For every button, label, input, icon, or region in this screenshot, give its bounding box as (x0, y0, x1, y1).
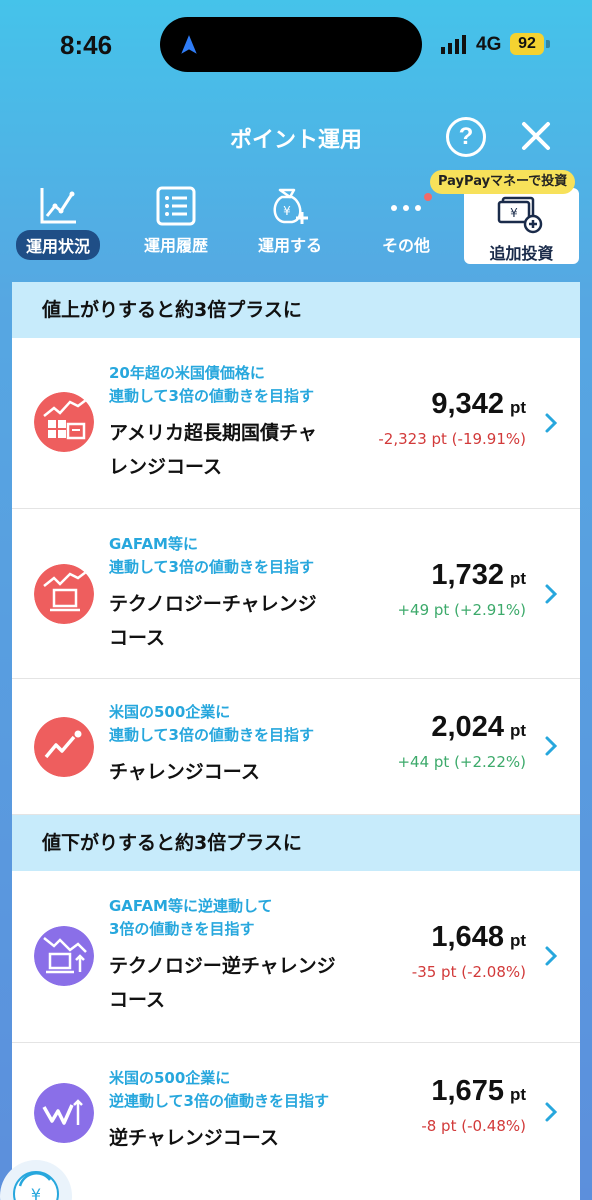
status-time: 8:46 (60, 30, 113, 60)
tab-label: 運用状況 (15, 230, 100, 260)
chevron-right-icon (545, 1102, 558, 1122)
value-number: 1,675 (431, 1075, 504, 1107)
tab-invest[interactable]: ¥ 運用する (242, 186, 338, 266)
tech-chart-icon (34, 564, 94, 624)
network-type: 4G (476, 34, 502, 55)
fund-name: テクノロジーチャレンジ コース (109, 587, 374, 655)
section-header: 値下がりすると約3倍プラスに (12, 815, 580, 871)
value-unit: pt (509, 931, 526, 950)
name-line: 逆チャレンジコース (109, 1127, 279, 1149)
battery-icon: 92 (510, 33, 544, 55)
chevron-right-icon (545, 584, 558, 604)
fund-description: 20年超の米国債価格に 連動して3倍の値動きを目指す (109, 362, 369, 408)
name-line: レンジコース (109, 456, 223, 478)
svg-text:¥: ¥ (510, 206, 518, 220)
name-line: アメリカ超長期国債チャ (109, 422, 317, 444)
help-button[interactable]: ? (446, 117, 486, 157)
name-line: コース (109, 989, 166, 1011)
fund-card[interactable]: 米国の500企業に 逆連動して3倍の値動きを目指す 逆チャレンジコース 1,67… (12, 1043, 580, 1183)
fund-name: チャレンジコース (109, 755, 374, 789)
fund-name: 逆チャレンジコース (109, 1121, 374, 1155)
trend-up-icon (34, 717, 94, 777)
money-bag-plus-icon: ¥ (273, 188, 308, 224)
fund-description: 米国の500企業に 逆連動して3倍の値動きを目指す (109, 1067, 369, 1113)
value-unit: pt (509, 1085, 526, 1104)
svg-text:¥: ¥ (283, 204, 291, 218)
fund-change: -35 pt (-2.08%) (411, 963, 526, 981)
currency-exchange-icon[interactable]: ¥ (0, 1150, 72, 1200)
chevron-right-icon (545, 413, 558, 433)
fund-change: +49 pt (+2.91%) (397, 601, 526, 619)
tab-label: 運用履歴 (143, 236, 208, 255)
cash-plus-icon: ¥ (497, 196, 542, 234)
tab-label: 追加投資 (489, 244, 554, 263)
fund-change: +44 pt (+2.22%) (397, 753, 526, 771)
description-line: 米国の500企業に (109, 703, 231, 721)
fund-description: GAFAM等に逆連動して 3倍の値動きを目指す (109, 895, 369, 941)
chevron-right-icon (545, 946, 558, 966)
fund-name: テクノロジー逆チャレンジ コース (109, 949, 374, 1017)
fund-value: 1,675 pt (431, 1075, 526, 1108)
tab-add-investment[interactable]: ¥ 追加投資 (464, 188, 579, 264)
promo-badge: PayPayマネーで投資 (430, 170, 576, 194)
close-icon[interactable] (518, 118, 554, 154)
fund-card[interactable]: 米国の500企業に 連動して3倍の値動きを目指す チャレンジコース 2,024 p… (12, 679, 580, 815)
tab-label: その他 (381, 236, 430, 255)
value-unit: pt (509, 569, 526, 588)
fund-description: 米国の500企業に 連動して3倍の値動きを目指す (109, 701, 369, 747)
more-dots-icon (391, 205, 421, 211)
value-unit: pt (509, 398, 526, 417)
description-line: 連動して3倍の値動きを目指す (109, 558, 314, 576)
value-unit: pt (509, 721, 526, 740)
fund-value: 2,024 pt (431, 711, 526, 744)
name-line: テクノロジー逆チャレンジ (109, 955, 336, 977)
value-number: 1,732 (431, 559, 504, 591)
value-number: 1,648 (431, 921, 504, 953)
description-line: GAFAM等に (109, 535, 198, 553)
section-header: 値上がりすると約3倍プラスに (12, 282, 580, 338)
svg-text:¥: ¥ (31, 1185, 41, 1200)
fund-change: -2,323 pt (-19.91%) (378, 430, 526, 448)
description-line: GAFAM等に逆連動して (109, 897, 273, 915)
fund-change: -8 pt (-0.48%) (421, 1117, 526, 1135)
trend-down-icon (34, 1083, 94, 1143)
name-line: チャレンジコース (109, 761, 260, 783)
tab-label: 運用する (257, 236, 322, 255)
description-line: 連動して3倍の値動きを目指す (109, 726, 314, 744)
battery-nub (546, 40, 550, 48)
tab-others[interactable]: その他 (358, 186, 454, 266)
status-bar: 8:46 4G 92 (0, 0, 592, 90)
chevron-right-icon (545, 736, 558, 756)
fund-name: アメリカ超長期国債チャ レンジコース (109, 416, 374, 484)
description-line: 逆連動して3倍の値動きを目指す (109, 1092, 329, 1110)
name-line: テクノロジーチャレンジ (109, 593, 317, 615)
fund-value: 1,648 pt (431, 921, 526, 954)
fund-card[interactable]: 20年超の米国債価格に 連動して3倍の値動きを目指す アメリカ超長期国債チャ レ… (12, 338, 580, 509)
list-icon (156, 186, 196, 226)
name-line: コース (109, 627, 166, 649)
page-title: ポイント運用 (229, 128, 362, 153)
fund-value: 1,732 pt (431, 559, 526, 592)
fund-card[interactable]: GAFAM等に 連動して3倍の値動きを目指す テクノロジーチャレンジ コース 1… (12, 509, 580, 679)
chart-line-icon (40, 188, 76, 224)
description-line: 米国の500企業に (109, 1069, 231, 1087)
description-line: 連動して3倍の値動きを目指す (109, 387, 314, 405)
value-number: 9,342 (431, 388, 504, 420)
notification-dot (424, 193, 432, 201)
fund-card[interactable]: GAFAM等に逆連動して 3倍の値動きを目指す テクノロジー逆チャレンジ コース… (12, 871, 580, 1043)
fund-description: GAFAM等に 連動して3倍の値動きを目指す (109, 533, 369, 579)
tech-inverse-icon (34, 926, 94, 986)
signal-strength-icon (441, 35, 466, 54)
description-line: 3倍の値動きを目指す (109, 920, 255, 938)
content-panel: 値上がりすると約3倍プラスに 20年超の米国債価格に 連動して3倍の値動きを目指… (12, 282, 580, 1200)
tab-operation-status[interactable]: 運用状況 (10, 186, 106, 266)
value-number: 2,024 (431, 711, 504, 743)
location-arrow-icon (181, 35, 197, 54)
bond-chart-icon (34, 392, 94, 452)
description-line: 20年超の米国債価格に (109, 364, 265, 382)
fund-value: 9,342 pt (431, 388, 526, 421)
tab-history[interactable]: 運用履歴 (128, 186, 224, 266)
